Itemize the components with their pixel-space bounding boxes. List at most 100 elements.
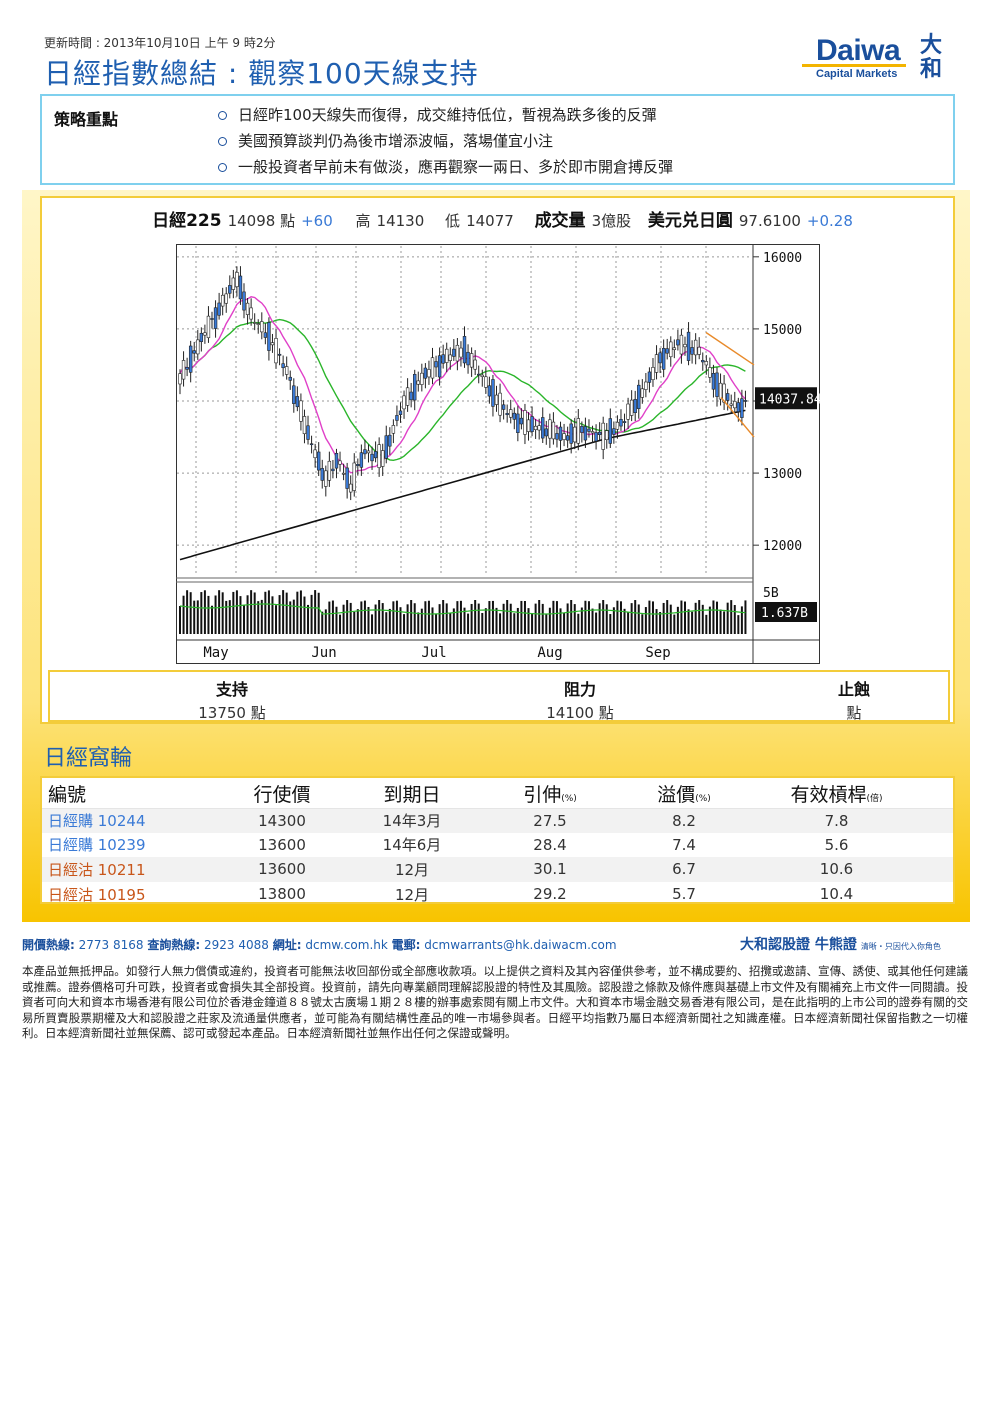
- volume-bar: [619, 601, 622, 634]
- volume-bar: [275, 605, 278, 634]
- candle-body: [587, 428, 591, 432]
- volume-bar: [740, 606, 743, 634]
- volume-bar: [630, 603, 633, 634]
- index-label: 日經225: [152, 211, 222, 231]
- candle-body: [217, 302, 221, 316]
- volume-bar: [698, 600, 701, 634]
- enquiry-number[interactable]: 2923 4088: [204, 938, 269, 952]
- candle-body: [523, 410, 527, 435]
- candle-body: [473, 359, 477, 370]
- volume-bar: [488, 601, 491, 634]
- volume-bar: [509, 603, 512, 634]
- volume-bar: [282, 590, 285, 634]
- candle-body: [651, 367, 655, 381]
- enquiry-label: 查詢熱線:: [147, 938, 201, 952]
- candle-body: [690, 347, 694, 355]
- low-value: 14077: [466, 212, 514, 230]
- volume-bar: [712, 600, 715, 634]
- volume-bar: [449, 612, 452, 634]
- candle-body: [231, 277, 236, 290]
- volume-bar: [353, 611, 356, 634]
- volume-bar: [196, 600, 199, 634]
- candle-body: [516, 413, 520, 433]
- candle-body: [637, 384, 641, 409]
- disclaimer-text: 本產品並無抵押品。如發行人無力償債或違約，投資者可能無法收回部份或全部應收款項。…: [22, 964, 968, 1040]
- volume-bar: [495, 607, 498, 634]
- volume-bar: [484, 608, 487, 634]
- candle-body: [345, 467, 349, 489]
- candle-body: [469, 353, 474, 368]
- volume-bar: [246, 595, 249, 634]
- candle-body: [409, 391, 413, 401]
- candle-body: [238, 275, 243, 300]
- candle-body: [188, 345, 193, 373]
- nikkei-chart: 160001500014000130001200014037.845B1.637…: [176, 244, 822, 664]
- volume-bar: [424, 601, 427, 634]
- candle-body: [466, 351, 470, 366]
- volume-bar: [726, 602, 729, 634]
- volume-bar: [506, 600, 509, 634]
- strategy-box: 策略重點 日經昨100天線失而復得，成交維持低位，暫視為跌多後的反彈 美國預算談…: [40, 94, 955, 185]
- candle-body: [331, 468, 335, 472]
- warrant-expiry: 14年6月: [382, 836, 442, 855]
- volume-bar: [662, 602, 665, 634]
- volume-bar: [591, 608, 594, 634]
- candle-body: [654, 354, 659, 373]
- volume-bar: [317, 592, 320, 634]
- candle-body: [203, 332, 207, 336]
- volume-bar: [335, 606, 338, 634]
- header-code: 編號: [42, 780, 192, 809]
- logo-cjk: 大和: [919, 33, 942, 82]
- candle-body: [530, 416, 534, 432]
- candle-body: [487, 385, 492, 397]
- volume-bar: [470, 603, 473, 634]
- volume-bar: [737, 615, 740, 634]
- candle-body: [512, 412, 516, 420]
- warrant-code: 日經購 10239: [48, 836, 146, 855]
- volume-bar: [253, 592, 256, 634]
- hotline-number[interactable]: 2773 8168: [79, 938, 144, 952]
- candle-body: [267, 322, 271, 351]
- volume-bar: [392, 601, 395, 634]
- candle-body: [725, 393, 730, 401]
- bullet-icon: [218, 111, 227, 120]
- page-title: 日經指數總結 : 觀察100天線支持: [44, 57, 479, 90]
- volume-bar: [342, 604, 345, 634]
- volume-bar: [243, 605, 246, 634]
- volume-bar: [680, 600, 683, 634]
- web-label: 網址:: [272, 938, 302, 952]
- last-volume-label: 1.637B: [761, 606, 808, 621]
- candle-body: [576, 418, 580, 444]
- candle-body: [199, 332, 204, 342]
- candle-body: [612, 428, 616, 435]
- volume-bar: [523, 601, 526, 634]
- candle-body: [220, 294, 225, 307]
- warrant-strike: 14300: [192, 808, 372, 833]
- volume-bar: [403, 614, 406, 634]
- candle-body: [629, 399, 634, 416]
- month-label: May: [203, 645, 228, 661]
- candle-body: [260, 321, 264, 333]
- volume-bar: [573, 604, 576, 634]
- email-link[interactable]: dcmwarrants@hk.daiwacm.com: [424, 938, 616, 952]
- candle-body: [352, 462, 356, 491]
- volume-bar: [182, 595, 185, 634]
- strategy-point: 美國預算談判仍為後市增添波幅，落場僅宜小注: [218, 128, 673, 154]
- candle-body: [363, 449, 367, 455]
- candle-body: [548, 419, 552, 439]
- warrant-premium: 7.4: [672, 835, 696, 854]
- candle-body: [413, 373, 417, 401]
- volume-bar: [651, 601, 654, 634]
- website-link[interactable]: dcmw.com.hk: [305, 938, 387, 952]
- volume-tick-label: 5B: [763, 586, 779, 601]
- candle-body: [423, 367, 428, 379]
- volume-bar: [239, 596, 242, 634]
- volume-bar: [307, 604, 310, 634]
- brand-name: 大和認股證 牛熊證: [740, 937, 857, 953]
- candle-body: [299, 400, 303, 422]
- volume-bar: [627, 612, 630, 634]
- candle-body: [206, 315, 211, 339]
- candle-body: [718, 382, 723, 400]
- volume-bar: [609, 614, 612, 634]
- volume-bar: [225, 600, 228, 634]
